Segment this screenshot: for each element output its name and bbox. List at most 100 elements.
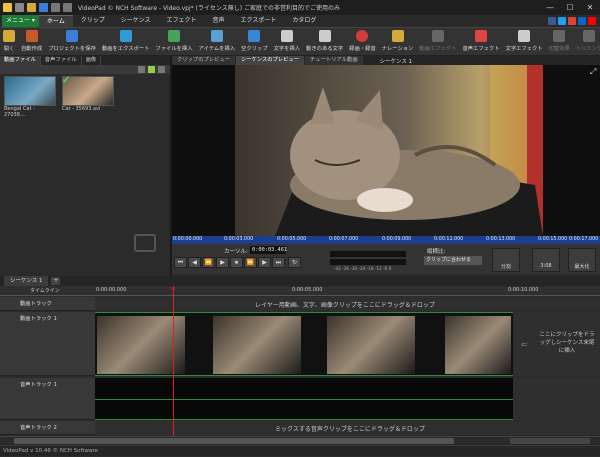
- fullscreen-icon[interactable]: ⤢: [590, 67, 596, 77]
- split-button[interactable]: 分割: [492, 248, 520, 272]
- tab-export[interactable]: エクスポート: [233, 15, 285, 27]
- arrow-left-icon: ⇐: [521, 340, 528, 349]
- overlay-track-area[interactable]: レイヤー用動画、文字、画像クリップをここにドラッグ＆ドロップ: [95, 297, 600, 311]
- youtube-icon[interactable]: [588, 17, 596, 25]
- narration-button[interactable]: ナレーション: [379, 28, 417, 56]
- next-frame-button[interactable]: ▶: [258, 257, 271, 268]
- fullscreen-button[interactable]: 最大化: [568, 248, 596, 272]
- bin-add-icon[interactable]: [148, 66, 155, 73]
- main-menu-button[interactable]: メニュー ▾: [2, 15, 39, 27]
- fast-forward-button[interactable]: ⏩: [244, 257, 257, 268]
- insert-file-button[interactable]: ファイルを挿入: [152, 28, 195, 56]
- camera-icon: [134, 234, 156, 252]
- tab-video-files[interactable]: 動画ファイル: [0, 56, 41, 65]
- bin-clip-2[interactable]: Cat - 35693.avi ✔: [62, 76, 114, 112]
- sequence-tab[interactable]: シーケンス 1: [4, 276, 49, 286]
- timeline-scrollbar[interactable]: [0, 436, 600, 445]
- quick-redo-icon[interactable]: [63, 3, 72, 12]
- stop-button[interactable]: ⏹: [230, 257, 243, 268]
- linkedin-icon[interactable]: [578, 17, 586, 25]
- video-clip-frame: [445, 316, 511, 374]
- tab-clip[interactable]: クリップ: [73, 15, 113, 27]
- audio-track-2-area[interactable]: ミックスする音声クリップをここにドラッグ＆ドロップ: [95, 421, 600, 435]
- text-effects-button[interactable]: 文字エフェクト: [503, 28, 546, 56]
- bin-tabs: 動画ファイル 音声ファイル 画像: [0, 56, 170, 65]
- save-project-button[interactable]: プロジェクトを保存: [45, 28, 99, 56]
- text-effects-icon: [518, 30, 531, 42]
- blank-clip-icon: [248, 30, 261, 42]
- tab-audio[interactable]: 音声: [204, 15, 232, 27]
- save-icon: [66, 30, 79, 42]
- quick-new-icon[interactable]: [15, 3, 24, 12]
- play-button[interactable]: ▶: [216, 257, 229, 268]
- preview-tabs: クリップのプレビュー シーケンスのプレビュー チュートリアル動画 シーケンス 1: [172, 56, 600, 65]
- tab-audio-files[interactable]: 音声ファイル: [41, 56, 82, 65]
- audio-effects-button[interactable]: 音声エフェクト: [459, 28, 502, 56]
- quick-save-icon[interactable]: [39, 3, 48, 12]
- zoom-slider[interactable]: [510, 438, 590, 444]
- bin-view-icon[interactable]: [138, 66, 145, 73]
- timeline-ruler[interactable]: タイムライン 0:00:00.000 0:00:05.000 0:00:10.0…: [0, 286, 600, 296]
- tab-effects[interactable]: エフェクト: [158, 15, 204, 27]
- transport-controls: カーソル: 0:00:03.461 ⏮ ◀ ⏪ ▶ ⏹ ⏩ ▶ ⏭ ↻ -42 …: [172, 244, 600, 274]
- video-clip-frame: [213, 316, 301, 374]
- video-drop-zone[interactable]: ⇐ ここにクリップをドラッグしシーケンス末尾に挿入: [513, 312, 600, 376]
- export-video-button[interactable]: 動画をエクスポート: [99, 28, 153, 56]
- volume-meter-top: [330, 251, 406, 257]
- tab-catalog[interactable]: カタログ: [284, 15, 324, 27]
- prev-frame-button[interactable]: ◀: [188, 257, 201, 268]
- go-end-button[interactable]: ⏭: [272, 257, 285, 268]
- video-track[interactable]: [95, 312, 513, 376]
- rewind-button[interactable]: ⏪: [202, 257, 215, 268]
- volume-meter-bottom: [330, 259, 406, 265]
- loop-button[interactable]: ↻: [288, 257, 301, 268]
- preview-seek-bar[interactable]: 0:00:00.000 0:00:03.000 0:00:05.000 0:00…: [172, 236, 600, 244]
- quick-undo-icon[interactable]: [51, 3, 60, 12]
- add-sequence-button[interactable]: +: [51, 277, 61, 285]
- media-bin: 動画ファイル 音声ファイル 画像 Bengal Cat - 27038.... …: [0, 56, 170, 274]
- cursor-time-field[interactable]: 0:00:03.461: [250, 246, 287, 254]
- scroll-thumb[interactable]: [14, 438, 454, 444]
- aspect-ratio-select[interactable]: クリップに合わせる: [424, 256, 482, 265]
- audio-waveform-line: [95, 399, 513, 400]
- ribbon-toolbar: 開く 自動作成 プロジェクトを保存 動画をエクスポート ファイルを挿入 アイテム…: [0, 28, 600, 56]
- twitter-icon[interactable]: [558, 17, 566, 25]
- insert-item-button[interactable]: アイテムを挿入: [196, 28, 239, 56]
- audio-drop-zone[interactable]: [513, 378, 600, 420]
- open-button[interactable]: 開く: [0, 28, 18, 56]
- facebook-icon[interactable]: [548, 17, 556, 25]
- menu-bar: メニュー ▾ ホーム クリップ シーケンス エフェクト 音声 エクスポート カタ…: [0, 15, 600, 28]
- export-icon: [119, 30, 132, 42]
- video-effects-icon: [431, 30, 444, 42]
- add-file-icon: [167, 30, 180, 42]
- trim-button[interactable]: トリミング: [573, 28, 600, 56]
- zoom-fit-button[interactable]: 3:08: [532, 248, 560, 272]
- record-button[interactable]: 録画・録音: [346, 28, 379, 56]
- tab-clip-preview[interactable]: クリップのプレビュー: [172, 56, 235, 65]
- minimize-button[interactable]: —: [540, 0, 560, 15]
- transitions-button[interactable]: 切替効果: [546, 28, 573, 56]
- go-start-button[interactable]: ⏮: [174, 257, 187, 268]
- quick-open-icon[interactable]: [27, 3, 36, 12]
- maximize-button[interactable]: ☐: [560, 0, 580, 15]
- video-effects-button[interactable]: 動画エフェクト: [416, 28, 459, 56]
- tab-tutorial[interactable]: チュートリアル動画: [305, 56, 363, 65]
- meter-scale: -42 -36 -30 -24 -18 -12 -6 0: [334, 266, 392, 271]
- aspect-ratio-label: 縦横比:: [427, 249, 446, 255]
- bin-list-icon[interactable]: [158, 66, 165, 73]
- close-button[interactable]: ✕: [580, 0, 600, 15]
- timeline-playhead[interactable]: [173, 286, 174, 436]
- auto-create-button[interactable]: 自動作成: [18, 28, 45, 56]
- google-icon[interactable]: [568, 17, 576, 25]
- insert-text-button[interactable]: 文字を挿入: [271, 28, 304, 56]
- microphone-icon: [391, 30, 404, 42]
- tab-sequence-preview[interactable]: シーケンスのプレビュー: [235, 56, 304, 65]
- tab-images[interactable]: 画像: [82, 56, 102, 65]
- blank-clip-button[interactable]: 空クリップ: [238, 28, 271, 56]
- tab-sequence[interactable]: シーケンス: [113, 15, 159, 27]
- bin-clip-1[interactable]: Bengal Cat - 27038....: [4, 76, 56, 118]
- cursor-label: カーソル:: [224, 249, 248, 255]
- tab-home[interactable]: ホーム: [38, 15, 73, 27]
- window-title: VideoPad © NCH Software - Video.vpj* (ライ…: [78, 5, 341, 12]
- animated-text-button[interactable]: 動きのある文字: [303, 28, 346, 56]
